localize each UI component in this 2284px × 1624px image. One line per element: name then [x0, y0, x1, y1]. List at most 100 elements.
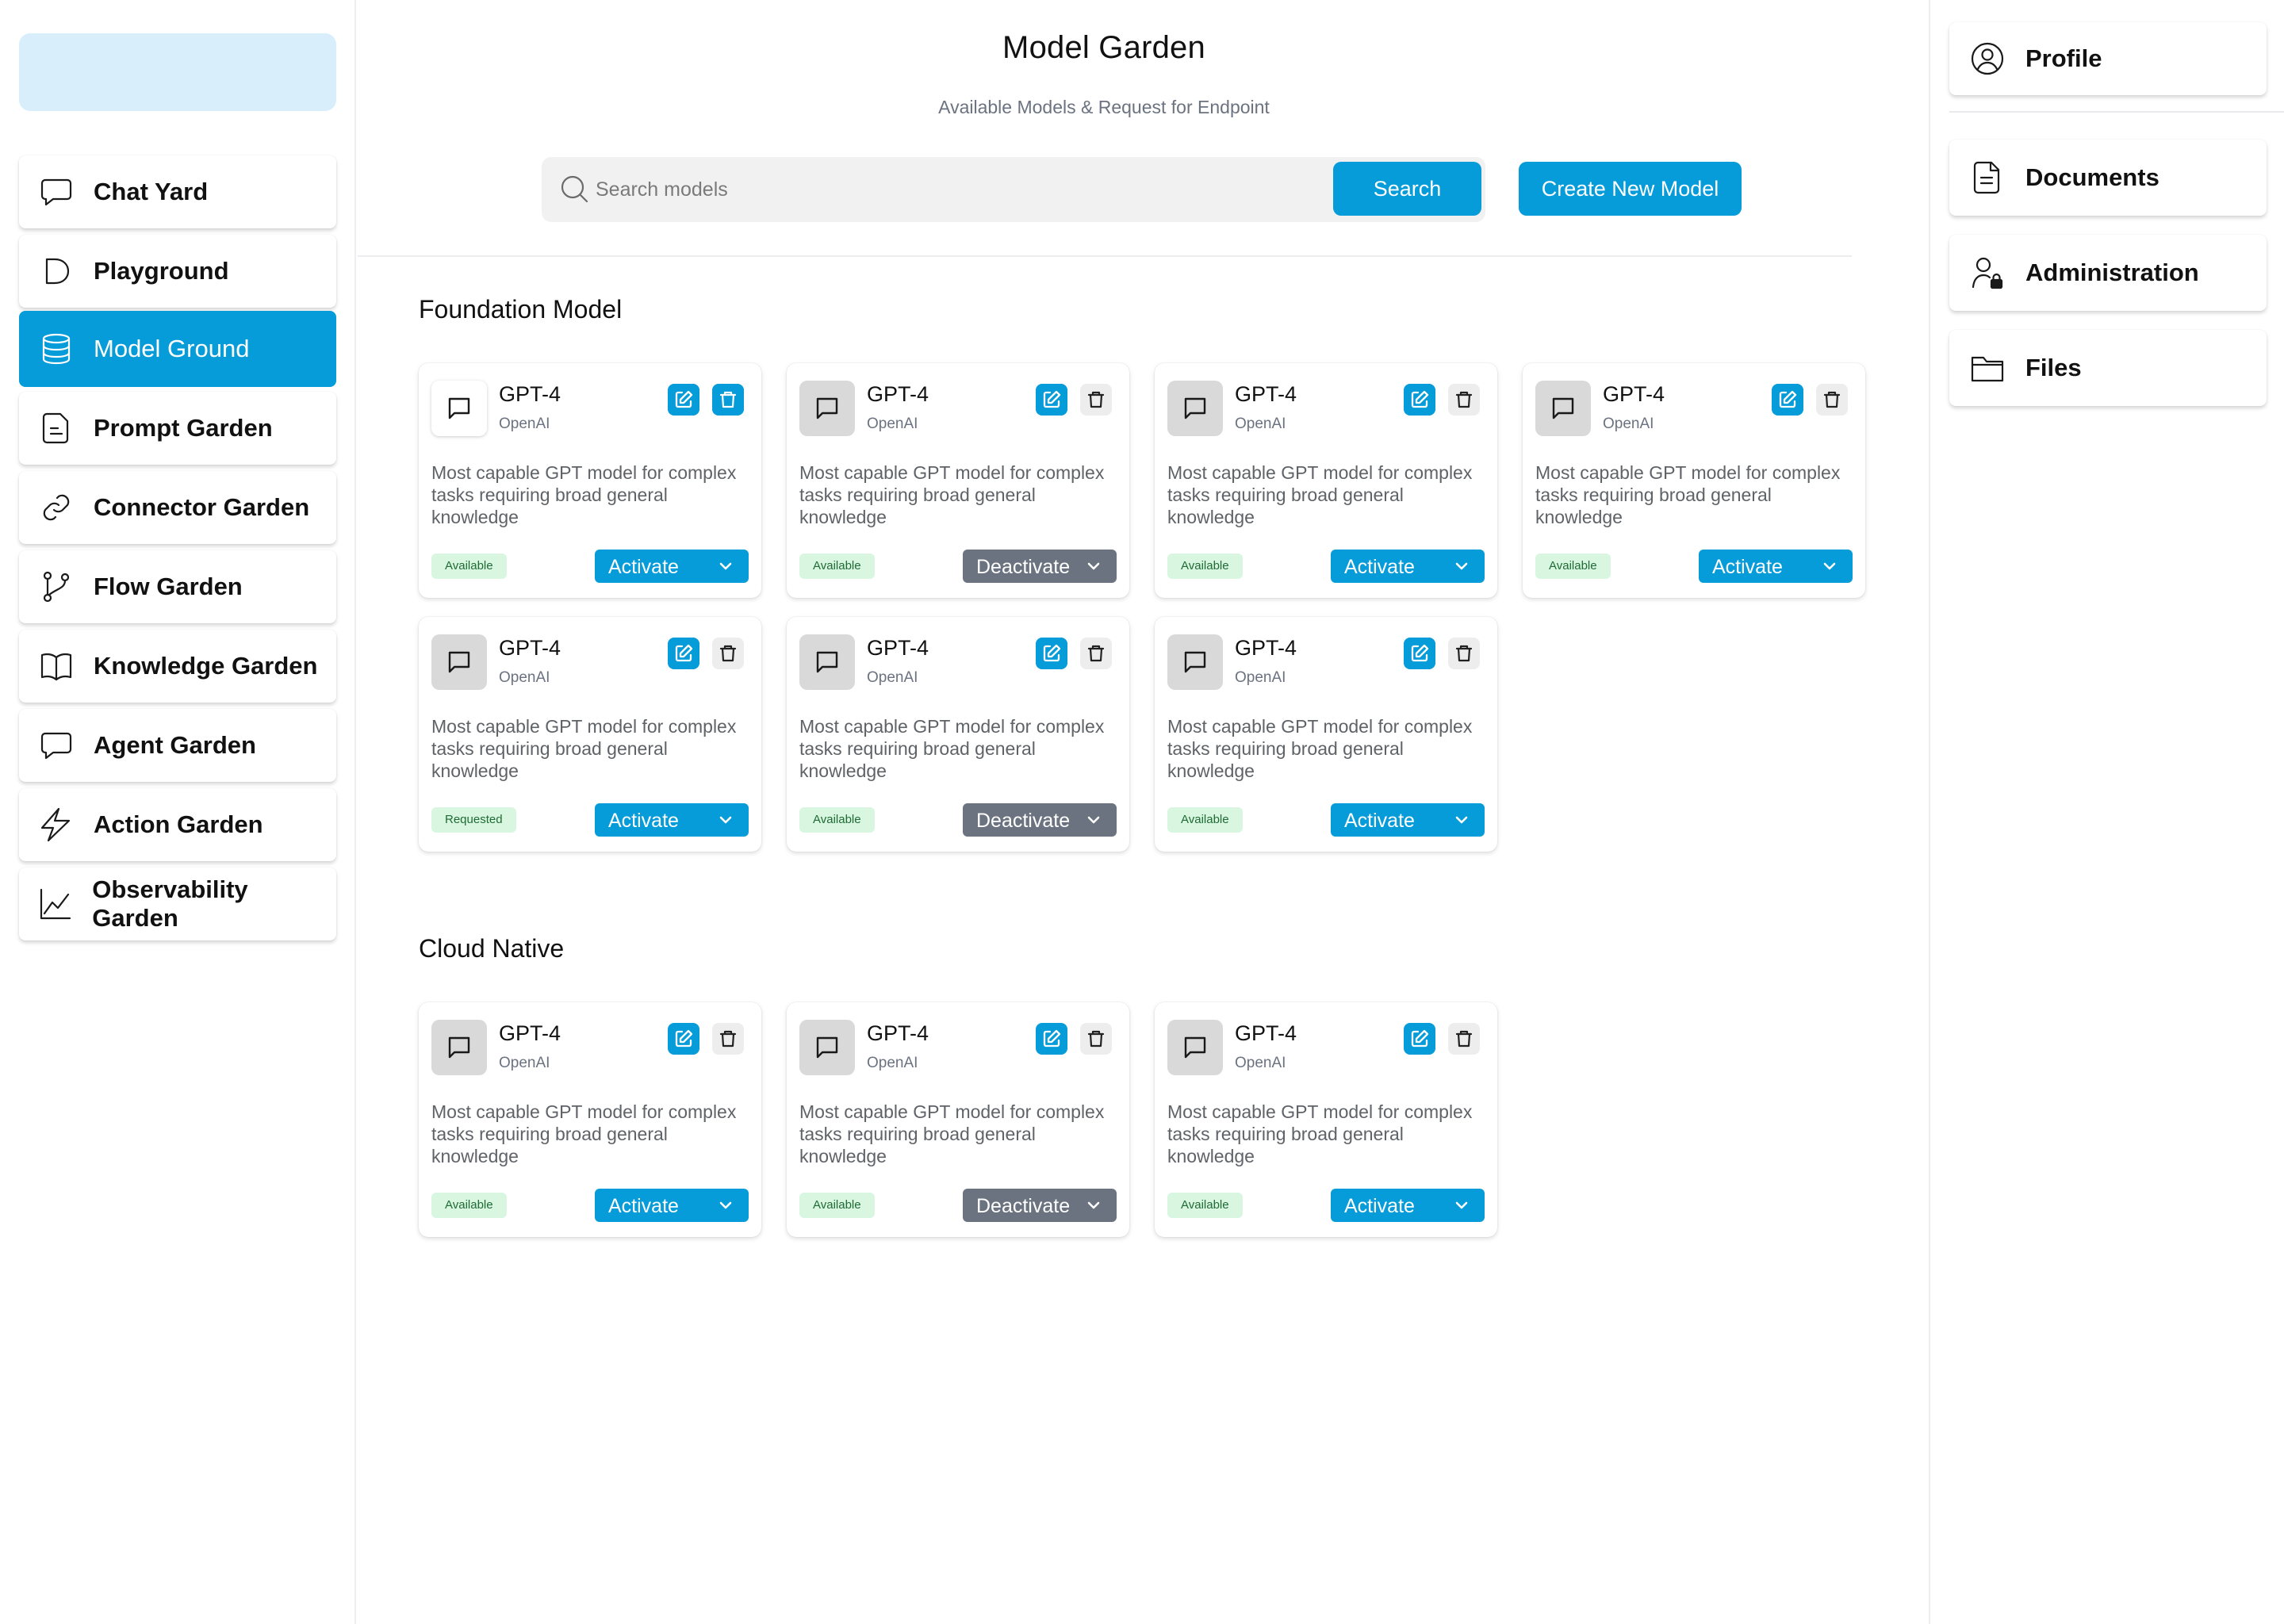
edit-icon[interactable] [1036, 384, 1067, 416]
message-square-icon [1535, 381, 1591, 436]
sidebar-item-label: Action Garden [94, 810, 263, 838]
sidebar-item-playground[interactable]: Playground [19, 235, 336, 308]
model-card: GPT-4 OpenAI Most capable GPT model for … [787, 363, 1129, 598]
sidebar-item-action-garden[interactable]: Action Garden [19, 788, 336, 861]
model-provider: OpenAI [1235, 669, 1286, 686]
edit-icon[interactable] [1404, 638, 1435, 669]
trash-icon[interactable] [712, 638, 744, 669]
left-sidebar: Chat Yard Playground Model Ground Prompt… [0, 0, 356, 1624]
action-label: Deactivate [976, 1195, 1071, 1217]
activate-button[interactable]: Activate [595, 550, 749, 583]
deactivate-button[interactable]: Deactivate [963, 803, 1117, 837]
model-description: Most capable GPT model for complex tasks… [1167, 716, 1473, 781]
edit-icon[interactable] [668, 638, 699, 669]
status-badge: Available [799, 1193, 875, 1218]
activate-button[interactable]: Activate [1331, 550, 1485, 583]
sidebar-item-model-ground[interactable]: Model Ground [19, 311, 336, 387]
edit-icon[interactable] [1404, 1023, 1435, 1055]
chevron-down-icon [717, 811, 734, 829]
sidebar-item-knowledge-garden[interactable]: Knowledge Garden [19, 630, 336, 703]
model-description: Most capable GPT model for complex tasks… [431, 1101, 737, 1166]
edit-icon[interactable] [1036, 638, 1067, 669]
trash-icon[interactable] [1080, 384, 1112, 416]
section-title-foundation-model: Foundation Model [419, 295, 623, 324]
status-badge: Available [799, 553, 875, 579]
activate-button[interactable]: Activate [1331, 803, 1485, 837]
message-square-icon [431, 381, 487, 436]
sidebar-item-flow-garden[interactable]: Flow Garden [19, 550, 336, 623]
model-name: GPT-4 [1235, 636, 1297, 660]
sidebar-item-agent-garden[interactable]: Agent Garden [19, 709, 336, 782]
action-label: Activate [608, 556, 679, 578]
trash-icon[interactable] [1448, 1023, 1480, 1055]
line-chart-icon [19, 868, 92, 940]
action-label: Activate [608, 810, 679, 832]
sidebar-item-label: Flow Garden [94, 573, 243, 600]
model-description: Most capable GPT model for complex tasks… [1167, 1101, 1473, 1166]
trash-icon[interactable] [1816, 384, 1848, 416]
model-name: GPT-4 [867, 636, 929, 660]
administration-menu-item[interactable]: Administration [1949, 235, 2267, 311]
action-label: Activate [1344, 556, 1415, 578]
model-card: GPT-4 OpenAI Most capable GPT model for … [787, 1002, 1129, 1237]
action-label: Deactivate [976, 810, 1071, 832]
search-icon [558, 172, 591, 205]
model-description: Most capable GPT model for complex tasks… [799, 1101, 1105, 1166]
deactivate-button[interactable]: Deactivate [963, 550, 1117, 583]
search-button[interactable]: Search [1333, 162, 1481, 216]
model-name: GPT-4 [867, 382, 929, 406]
section-title-cloud-native: Cloud Native [419, 934, 565, 963]
model-provider: OpenAI [867, 1055, 918, 1071]
status-badge: Available [1167, 807, 1243, 833]
search-input[interactable] [596, 171, 1293, 208]
chevron-down-icon [1453, 811, 1470, 829]
files-menu-item[interactable]: Files [1949, 330, 2267, 406]
edit-icon[interactable] [668, 1023, 699, 1055]
model-provider: OpenAI [499, 669, 550, 686]
action-label: Activate [1344, 1195, 1415, 1217]
model-description: Most capable GPT model for complex tasks… [1535, 462, 1841, 527]
page-title: Model Garden [1002, 30, 1205, 65]
trash-icon[interactable] [1080, 1023, 1112, 1055]
activate-button[interactable]: Activate [1331, 1189, 1485, 1222]
sidebar-item-observability-garden[interactable]: Observability Garden [19, 868, 336, 940]
create-new-model-button[interactable]: Create New Model [1519, 162, 1742, 216]
edit-icon[interactable] [1404, 384, 1435, 416]
edit-icon[interactable] [668, 384, 699, 416]
model-name: GPT-4 [1235, 1021, 1297, 1045]
trash-icon[interactable] [1448, 384, 1480, 416]
model-provider: OpenAI [499, 416, 550, 432]
sidebar-item-prompt-garden[interactable]: Prompt Garden [19, 392, 336, 465]
sidebar-item-label: Chat Yard [94, 178, 209, 205]
profile-menu-item[interactable]: Profile [1949, 22, 2267, 95]
sidebar-item-label: Knowledge Garden [94, 652, 318, 680]
activate-button[interactable]: Activate [1699, 550, 1853, 583]
activate-button[interactable]: Activate [595, 803, 749, 837]
message-square-icon [799, 1020, 855, 1075]
sidebar-item-chat-yard[interactable]: Chat Yard [19, 155, 336, 228]
model-name: GPT-4 [867, 1021, 929, 1045]
sidebar-item-label: Prompt Garden [94, 414, 273, 442]
trash-icon[interactable] [1080, 638, 1112, 669]
chat-bubble-icon [19, 155, 94, 228]
sidebar-item-connector-garden[interactable]: Connector Garden [19, 471, 336, 544]
edit-icon[interactable] [1036, 1023, 1067, 1055]
trash-icon[interactable] [712, 384, 744, 416]
message-square-icon [799, 381, 855, 436]
sidebar-item-label: Model Ground [94, 335, 250, 362]
trash-icon[interactable] [712, 1023, 744, 1055]
deactivate-button[interactable]: Deactivate [963, 1189, 1117, 1222]
user-lock-icon [1949, 254, 2025, 292]
message-square-icon [431, 1020, 487, 1075]
model-provider: OpenAI [1235, 1055, 1286, 1071]
action-label: Activate [1712, 556, 1783, 578]
documents-menu-item[interactable]: Documents [1949, 140, 2267, 216]
activate-button[interactable]: Activate [595, 1189, 749, 1222]
edit-icon[interactable] [1772, 384, 1803, 416]
model-card: GPT-4 OpenAI Most capable GPT model for … [1523, 363, 1865, 598]
book-icon [19, 630, 94, 703]
chevron-down-icon [1453, 1197, 1470, 1214]
trash-icon[interactable] [1448, 638, 1480, 669]
status-badge: Available [431, 553, 507, 579]
header-divider [358, 255, 1852, 257]
